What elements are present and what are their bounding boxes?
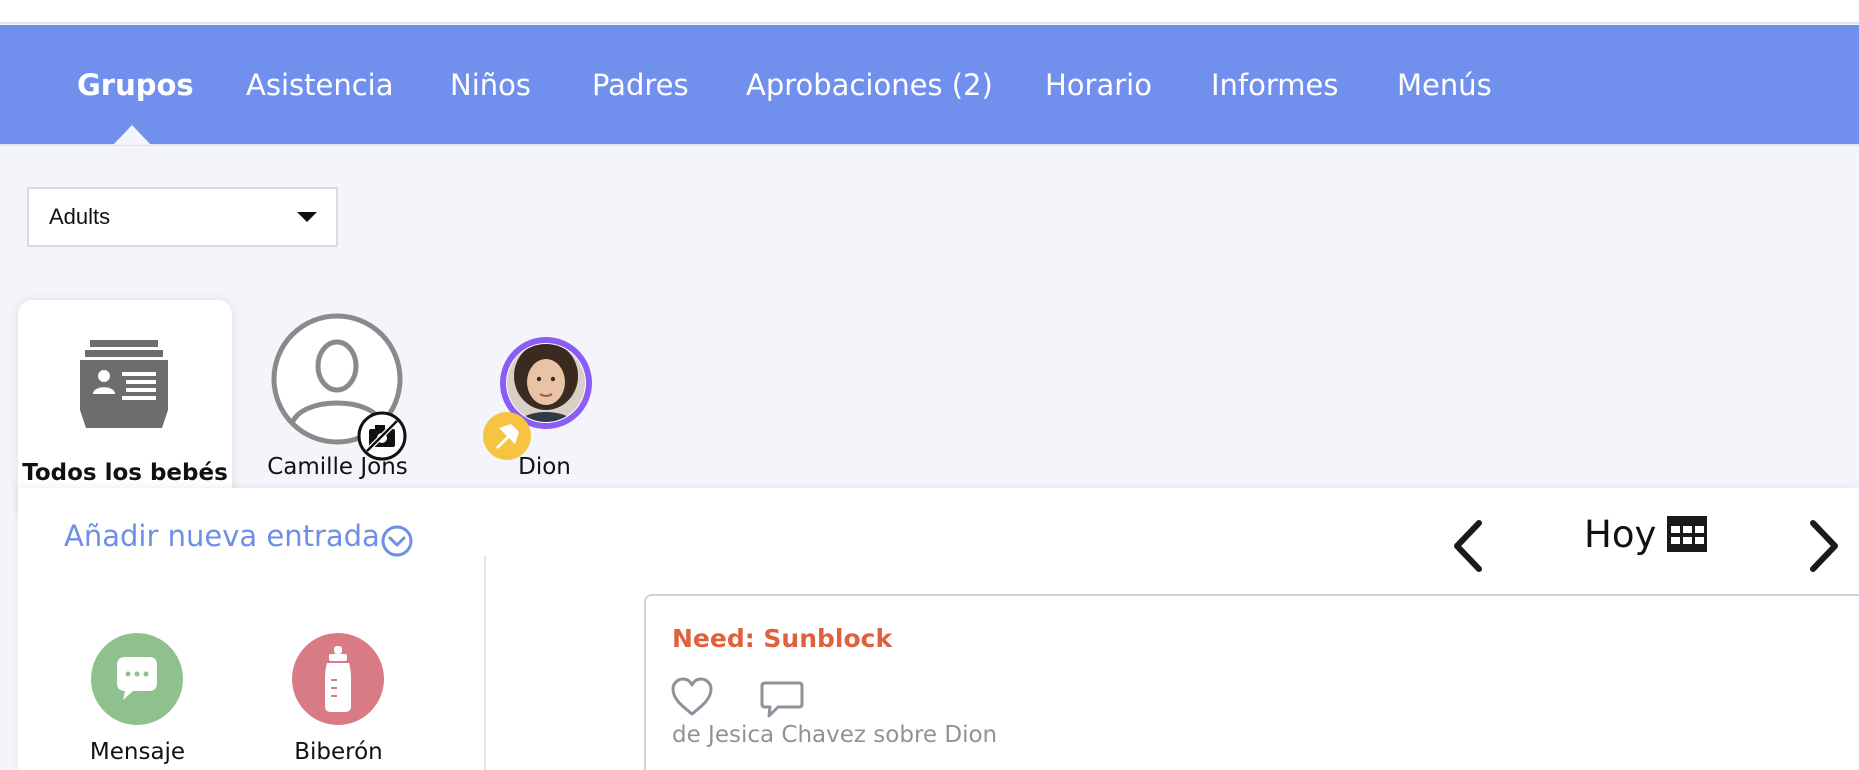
quick-action-biberon[interactable]: Biberón xyxy=(281,632,396,770)
active-tab-caret xyxy=(113,125,151,145)
child-name: Dion xyxy=(518,454,571,480)
entry-meta: de Jesica Chavez sobre Dion xyxy=(672,722,998,748)
calendar-icon[interactable] xyxy=(1666,514,1708,554)
nav-tab-informes[interactable]: Informes xyxy=(1211,25,1339,146)
date-label[interactable]: Hoy xyxy=(1584,513,1656,556)
nav-tab-menus[interactable]: Menús xyxy=(1397,25,1492,146)
entry-title: Need: Sunblock xyxy=(672,624,893,653)
chevron-right-icon[interactable] xyxy=(1807,519,1843,573)
group-select-value: Adults xyxy=(49,204,111,229)
child-name: Camille Jons xyxy=(267,454,408,480)
nav-tab-horario[interactable]: Horario xyxy=(1045,25,1152,146)
nav-tab-asistencia[interactable]: Asistencia xyxy=(246,25,393,146)
browser-top-strip xyxy=(0,0,1859,24)
quick-action-label: Biberón xyxy=(294,739,383,765)
nav-tab-padres[interactable]: Padres xyxy=(592,25,689,146)
main-nav: Grupos Asistencia Niños Padres Aprobacio… xyxy=(0,25,1859,146)
nav-tab-ninos[interactable]: Niños xyxy=(450,25,531,146)
heart-icon[interactable] xyxy=(670,676,714,718)
bottle-icon xyxy=(292,633,384,725)
add-entry-link[interactable]: Añadir nueva entrada xyxy=(64,519,380,553)
nav-tab-aprobaciones[interactable]: Aprobaciones (2) xyxy=(746,25,993,146)
quick-action-label: Mensaje xyxy=(89,739,186,765)
chevron-left-icon[interactable] xyxy=(1449,519,1485,573)
child-camille-jons[interactable]: Camille Jons xyxy=(267,312,408,482)
all-children-label: Todos los bebés xyxy=(22,460,228,486)
dropdown-arrow-icon xyxy=(297,212,317,222)
chat-bubble-icon xyxy=(91,633,183,725)
child-dion[interactable]: Dion xyxy=(482,336,607,486)
chevron-down-circle-icon[interactable] xyxy=(381,525,413,557)
panel-divider xyxy=(484,556,486,770)
comment-icon[interactable] xyxy=(760,680,804,720)
all-children-card[interactable]: Todos los bebés xyxy=(18,300,232,520)
id-card-stack-icon xyxy=(80,340,168,428)
group-select[interactable]: Adults xyxy=(27,187,338,247)
quick-action-mensaje[interactable]: Mensaje xyxy=(80,632,195,770)
